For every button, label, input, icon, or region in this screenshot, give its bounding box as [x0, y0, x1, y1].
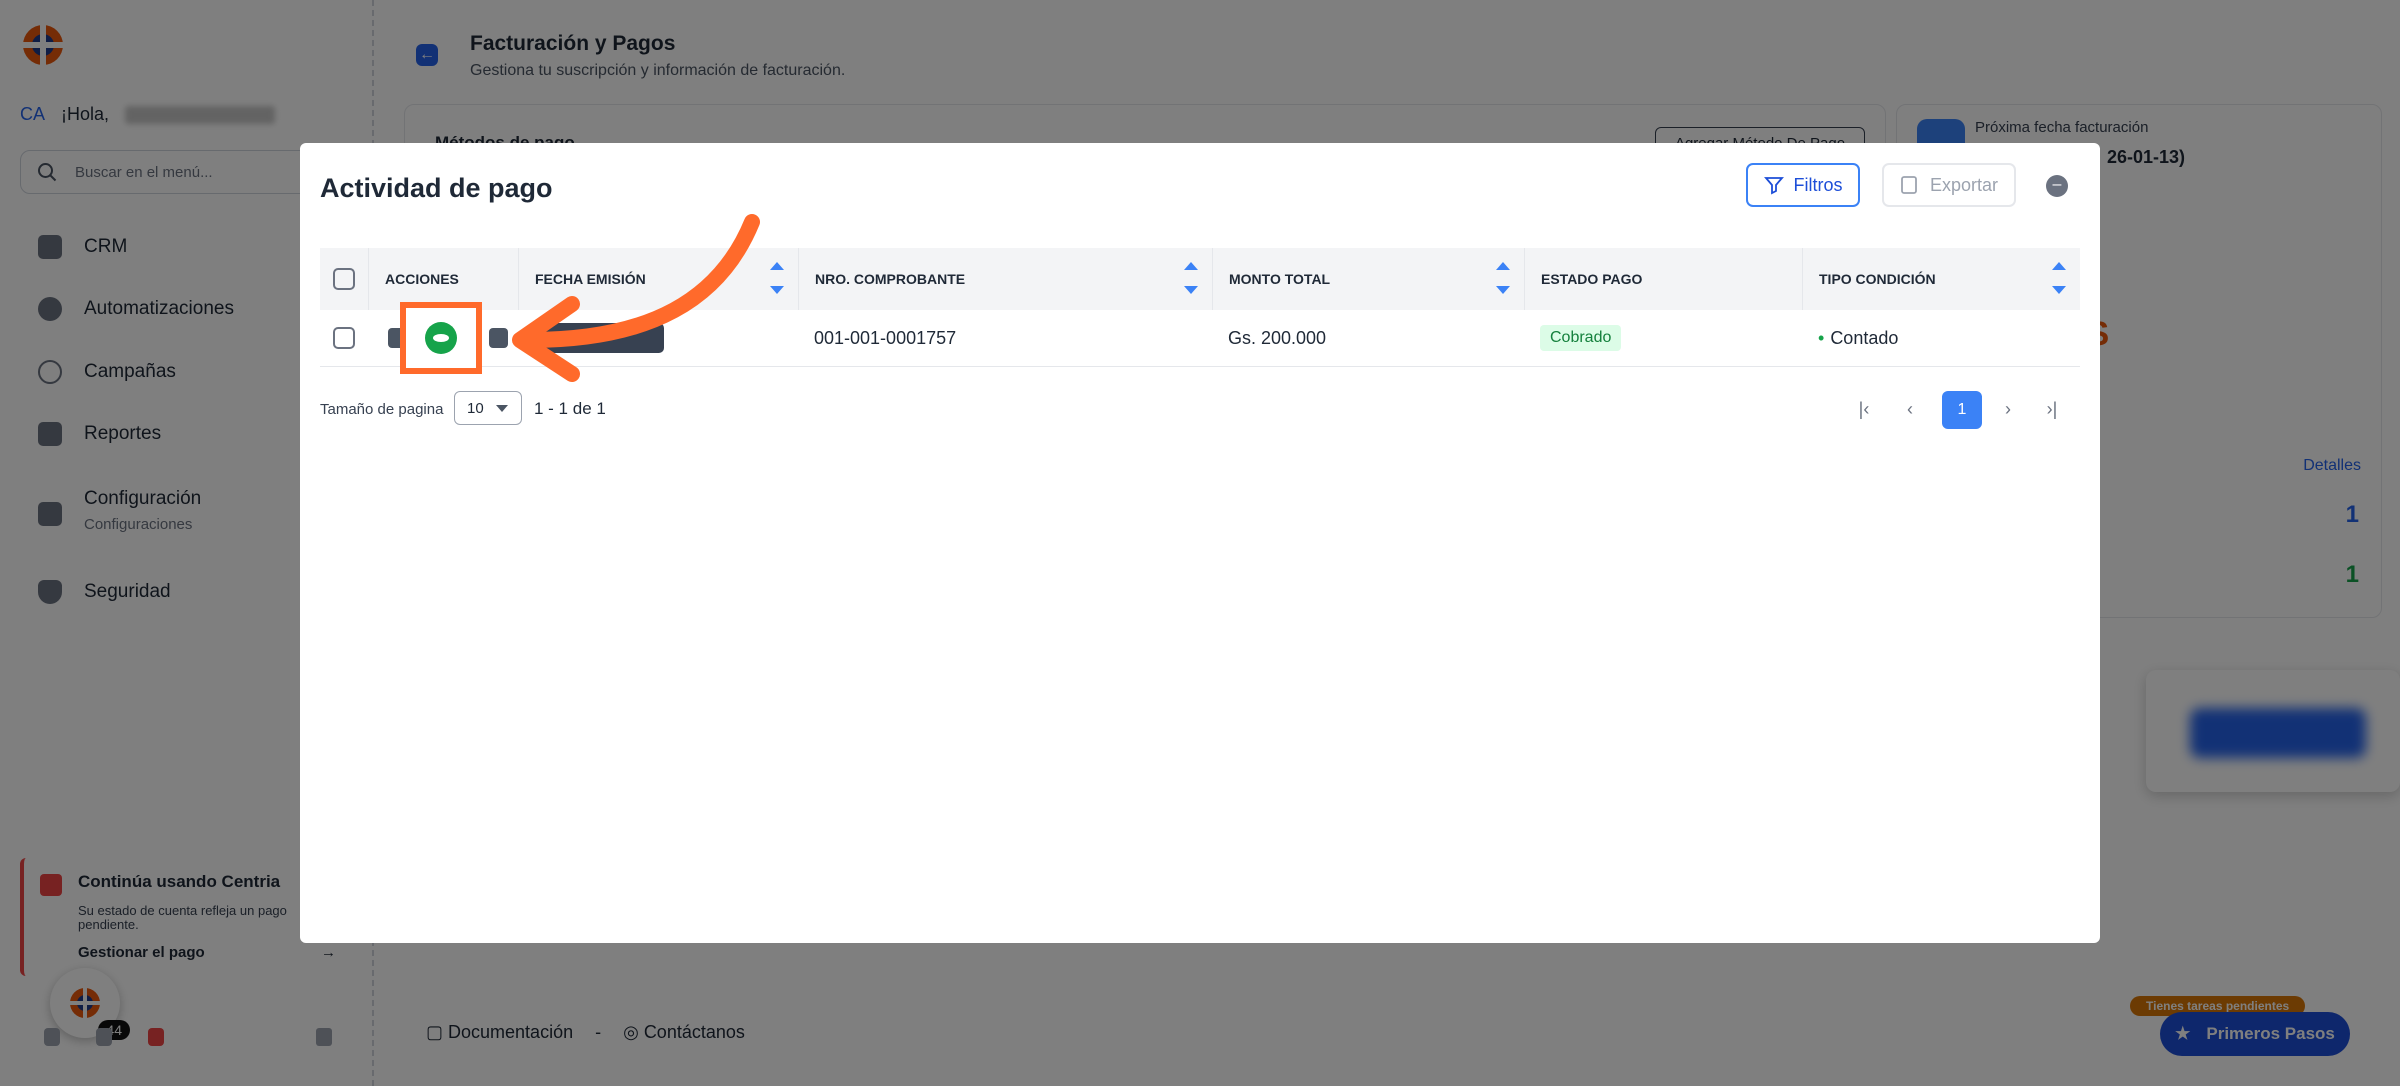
chevron-down-icon — [495, 404, 508, 412]
view-invoice-icon[interactable] — [425, 322, 457, 354]
column-label: MONTO TOTAL — [1229, 271, 1331, 287]
close-modal-icon[interactable]: – — [2046, 175, 2068, 197]
sort-icon[interactable] — [770, 260, 784, 296]
export-icon — [1901, 176, 1917, 194]
pagination-range: 1 - 1 de 1 — [534, 399, 606, 418]
export-button[interactable]: Exportar — [1882, 163, 2016, 207]
next-page-icon[interactable]: › — [1994, 395, 2022, 423]
row-select-cell — [320, 310, 368, 366]
payment-activity-modal: Actividad de pago Filtros Exportar – ACC… — [300, 143, 2100, 943]
export-label: Exportar — [1929, 174, 1999, 195]
condicion-cell: • Contado — [1818, 310, 2058, 366]
column-header-estado-pago: ESTADO PAGO — [1524, 248, 1802, 310]
fecha-emision-cell — [536, 310, 776, 366]
status-dot-icon: • — [1818, 327, 1825, 348]
column-header-fecha-emision[interactable]: FECHA EMISIÓN — [518, 248, 798, 310]
page-size-select[interactable]: 10 — [454, 391, 522, 425]
modal-title: Actividad de pago — [320, 173, 553, 203]
table-pagination: Tamaño de pagina 10 1 - 1 de 1 |‹ ‹ 1 › … — [320, 391, 2080, 429]
emission-date-redacted — [536, 323, 664, 353]
comprobante-cell: 001-001-0001757 — [814, 327, 957, 348]
last-page-icon[interactable]: ›| — [2038, 395, 2066, 423]
table-row[interactable]: 001-001-0001757 Gs. 200.000 Cobrado • Co… — [320, 310, 2080, 367]
estado-cell: Cobrado — [1540, 310, 1780, 366]
sort-icon[interactable] — [1496, 260, 1510, 296]
payment-activity-table: ACCIONES FECHA EMISIÓN NRO. COMPROBANTE … — [320, 248, 2080, 367]
first-page-icon[interactable]: |‹ — [1850, 395, 1878, 423]
column-label: TIPO CONDICIÓN — [1819, 271, 1936, 287]
header-select-cell — [320, 248, 368, 310]
page-size-value: 10 — [467, 399, 484, 417]
column-label: ESTADO PAGO — [1541, 271, 1643, 287]
page-size-label: Tamaño de pagina — [320, 401, 444, 418]
previous-page-icon[interactable]: ‹ — [1896, 395, 1924, 423]
filter-icon — [1763, 177, 1784, 195]
column-header-nro-comprobante[interactable]: NRO. COMPROBANTE — [798, 248, 1212, 310]
status-badge: Cobrado — [1540, 325, 1622, 351]
table-header: ACCIONES FECHA EMISIÓN NRO. COMPROBANTE … — [320, 248, 2080, 310]
column-label: ACCIONES — [385, 271, 459, 287]
sort-icon[interactable] — [2052, 260, 2066, 296]
column-header-tipo-condicion[interactable]: TIPO CONDICIÓN — [1802, 248, 2080, 310]
column-header-acciones: ACCIONES — [368, 248, 518, 310]
select-all-checkbox[interactable] — [333, 268, 355, 290]
filters-button[interactable]: Filtros — [1746, 163, 1860, 207]
row-checkbox[interactable] — [333, 327, 355, 349]
column-header-monto-total[interactable]: MONTO TOTAL — [1212, 248, 1524, 310]
monto-cell: Gs. 200.000 — [1228, 327, 1327, 348]
send-icon[interactable] — [489, 328, 509, 348]
view-action-highlight[interactable] — [400, 302, 482, 374]
column-label: NRO. COMPROBANTE — [815, 271, 966, 287]
filters-label: Filtros — [1793, 174, 1843, 195]
column-label: FECHA EMISIÓN — [535, 271, 646, 287]
current-page-button[interactable]: 1 — [1942, 391, 1982, 429]
sort-icon[interactable] — [1184, 260, 1198, 296]
condicion-label: Contado — [1830, 327, 1899, 348]
